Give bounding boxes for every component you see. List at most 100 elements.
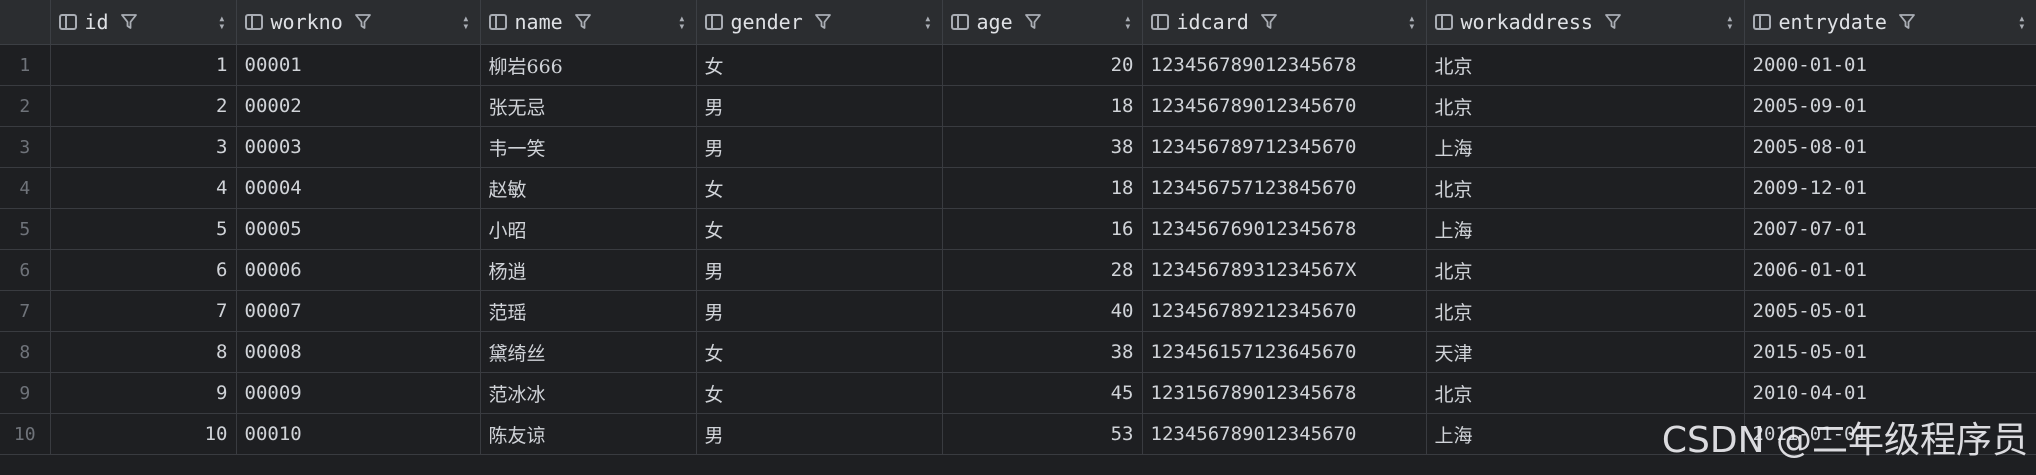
table-row[interactable]: 2 2 00002 张无忌男 18 123456789012345670 北京 2005-09… xyxy=(0,85,2036,127)
cell-id[interactable]: 8 xyxy=(50,331,237,373)
filter-icon[interactable] xyxy=(1023,12,1043,32)
table-row[interactable]: 9 9 00009 范冰冰女 45 123156789012345678 北京 2010-04… xyxy=(0,372,2036,414)
cell-id[interactable]: 4 xyxy=(50,167,237,209)
filter-icon[interactable] xyxy=(1897,12,1917,32)
cell-id[interactable]: 6 xyxy=(50,249,237,291)
cell-age[interactable]: 45 xyxy=(942,372,1143,414)
table-row[interactable]: 8 8 00008 黛绮丝女 38 123456157123645670 天津 2015-05… xyxy=(0,331,2036,373)
cell-idcard[interactable]: 123456789212345670 xyxy=(1142,290,1427,332)
cell-gender[interactable]: 女 xyxy=(696,167,943,209)
cell-id[interactable]: 5 xyxy=(50,208,237,250)
cell-workaddress[interactable]: 天津 xyxy=(1426,331,1745,373)
cell-workno[interactable]: 00006 xyxy=(236,249,481,291)
cell-name[interactable]: 陈友谅 xyxy=(480,413,697,455)
cell-workno[interactable]: 00005 xyxy=(236,208,481,250)
cell-entrydate[interactable]: 2010-04-01 xyxy=(1744,372,2036,414)
table-row[interactable]: 6 6 00006 杨逍男 28 12345678931234567X 北京 2006-01-… xyxy=(0,249,2036,291)
cell-gender[interactable]: 女 xyxy=(696,44,943,86)
filter-icon[interactable] xyxy=(1259,12,1279,32)
cell-workno[interactable]: 00002 xyxy=(236,85,481,127)
cell-gender[interactable]: 男 xyxy=(696,249,943,291)
cell-gender[interactable]: 女 xyxy=(696,372,943,414)
cell-age[interactable]: 18 xyxy=(942,85,1143,127)
cell-idcard[interactable]: 123456789012345678 xyxy=(1142,44,1427,86)
cell-idcard[interactable]: 123456769012345678 xyxy=(1142,208,1427,250)
cell-workaddress[interactable]: 上海 xyxy=(1426,126,1745,168)
filter-icon[interactable] xyxy=(573,12,593,32)
cell-name[interactable]: 范冰冰 xyxy=(480,372,697,414)
cell-gender[interactable]: 男 xyxy=(696,290,943,332)
cell-workno[interactable]: 00010 xyxy=(236,413,481,455)
cell-age[interactable]: 20 xyxy=(942,44,1143,86)
sort-icon[interactable]: ▴ ▾ xyxy=(678,12,685,32)
table-row[interactable]: 4 4 00004 赵敏女 18 123456757123845670 北京 2009-12-… xyxy=(0,167,2036,209)
column-header-age[interactable]: age ▴ ▾ xyxy=(942,0,1143,45)
cell-workaddress[interactable]: 北京 xyxy=(1426,372,1745,414)
cell-workno[interactable]: 00009 xyxy=(236,372,481,414)
cell-workaddress[interactable]: 北京 xyxy=(1426,44,1745,86)
cell-entrydate[interactable]: 2005-09-01 xyxy=(1744,85,2036,127)
cell-idcard[interactable]: 123156789012345678 xyxy=(1142,372,1427,414)
table-row[interactable]: 5 5 00005 小昭女 16 123456769012345678 上海 2007-07-… xyxy=(0,208,2036,250)
cell-age[interactable]: 38 xyxy=(942,126,1143,168)
cell-id[interactable]: 7 xyxy=(50,290,237,332)
sort-icon[interactable]: ▴ ▾ xyxy=(1124,12,1131,32)
table-row[interactable]: 7 7 00007 范瑶男 40 123456789212345670 北京 2005-05-… xyxy=(0,290,2036,332)
cell-gender[interactable]: 女 xyxy=(696,331,943,373)
filter-icon[interactable] xyxy=(813,12,833,32)
cell-id[interactable]: 9 xyxy=(50,372,237,414)
cell-entrydate[interactable]: 2000-01-01 xyxy=(1744,44,2036,86)
cell-workaddress[interactable]: 北京 xyxy=(1426,290,1745,332)
cell-gender[interactable]: 男 xyxy=(696,126,943,168)
cell-age[interactable]: 53 xyxy=(942,413,1143,455)
column-header-idcard[interactable]: idcard ▴ ▾ xyxy=(1142,0,1427,45)
sort-icon[interactable]: ▴ ▾ xyxy=(1408,12,1415,32)
cell-id[interactable]: 2 xyxy=(50,85,237,127)
column-header-workaddress[interactable]: workaddress ▴ ▾ xyxy=(1426,0,1745,45)
cell-age[interactable]: 38 xyxy=(942,331,1143,373)
sort-icon[interactable]: ▴ ▾ xyxy=(1726,12,1733,32)
cell-id[interactable]: 10 xyxy=(50,413,237,455)
cell-entrydate[interactable]: 2007-07-01 xyxy=(1744,208,2036,250)
cell-name[interactable]: 杨逍 xyxy=(480,249,697,291)
cell-name[interactable]: 赵敏 xyxy=(480,167,697,209)
cell-entrydate[interactable]: 2005-08-01 xyxy=(1744,126,2036,168)
cell-idcard[interactable]: 123456757123845670 xyxy=(1142,167,1427,209)
cell-name[interactable]: 范瑶 xyxy=(480,290,697,332)
cell-idcard[interactable]: 123456789712345670 xyxy=(1142,126,1427,168)
cell-workaddress[interactable]: 上海 xyxy=(1426,208,1745,250)
cell-name[interactable]: 张无忌 xyxy=(480,85,697,127)
cell-age[interactable]: 40 xyxy=(942,290,1143,332)
column-header-id[interactable]: id ▴ ▾ xyxy=(50,0,237,45)
cell-entrydate[interactable]: 2005-05-01 xyxy=(1744,290,2036,332)
cell-entrydate[interactable]: 2015-05-01 xyxy=(1744,331,2036,373)
cell-workno[interactable]: 00003 xyxy=(236,126,481,168)
cell-name[interactable]: 小昭 xyxy=(480,208,697,250)
cell-name[interactable]: 柳岩666 xyxy=(480,44,697,86)
cell-workaddress[interactable]: 北京 xyxy=(1426,249,1745,291)
cell-workaddress[interactable]: 北京 xyxy=(1426,85,1745,127)
cell-idcard[interactable]: 123456789012345670 xyxy=(1142,85,1427,127)
column-header-workno[interactable]: workno ▴ ▾ xyxy=(236,0,481,45)
sort-icon[interactable]: ▴ ▾ xyxy=(462,12,469,32)
filter-icon[interactable] xyxy=(119,12,139,32)
sort-icon[interactable]: ▴ ▾ xyxy=(218,12,225,32)
cell-id[interactable]: 1 xyxy=(50,44,237,86)
cell-idcard[interactable]: 12345678931234567X xyxy=(1142,249,1427,291)
cell-entrydate[interactable]: 2009-12-01 xyxy=(1744,167,2036,209)
cell-idcard[interactable]: 123456789012345670 xyxy=(1142,413,1427,455)
cell-id[interactable]: 3 xyxy=(50,126,237,168)
cell-age[interactable]: 28 xyxy=(942,249,1143,291)
column-header-entrydate[interactable]: entrydate ▴ ▾ xyxy=(1744,0,2036,45)
cell-entrydate[interactable]: 2006-01-01 xyxy=(1744,249,2036,291)
cell-age[interactable]: 16 xyxy=(942,208,1143,250)
cell-gender[interactable]: 男 xyxy=(696,413,943,455)
cell-workno[interactable]: 00004 xyxy=(236,167,481,209)
cell-workno[interactable]: 00001 xyxy=(236,44,481,86)
cell-age[interactable]: 18 xyxy=(942,167,1143,209)
cell-name[interactable]: 韦一笑 xyxy=(480,126,697,168)
filter-icon[interactable] xyxy=(353,12,373,32)
cell-idcard[interactable]: 123456157123645670 xyxy=(1142,331,1427,373)
cell-workno[interactable]: 00008 xyxy=(236,331,481,373)
cell-name[interactable]: 黛绮丝 xyxy=(480,331,697,373)
